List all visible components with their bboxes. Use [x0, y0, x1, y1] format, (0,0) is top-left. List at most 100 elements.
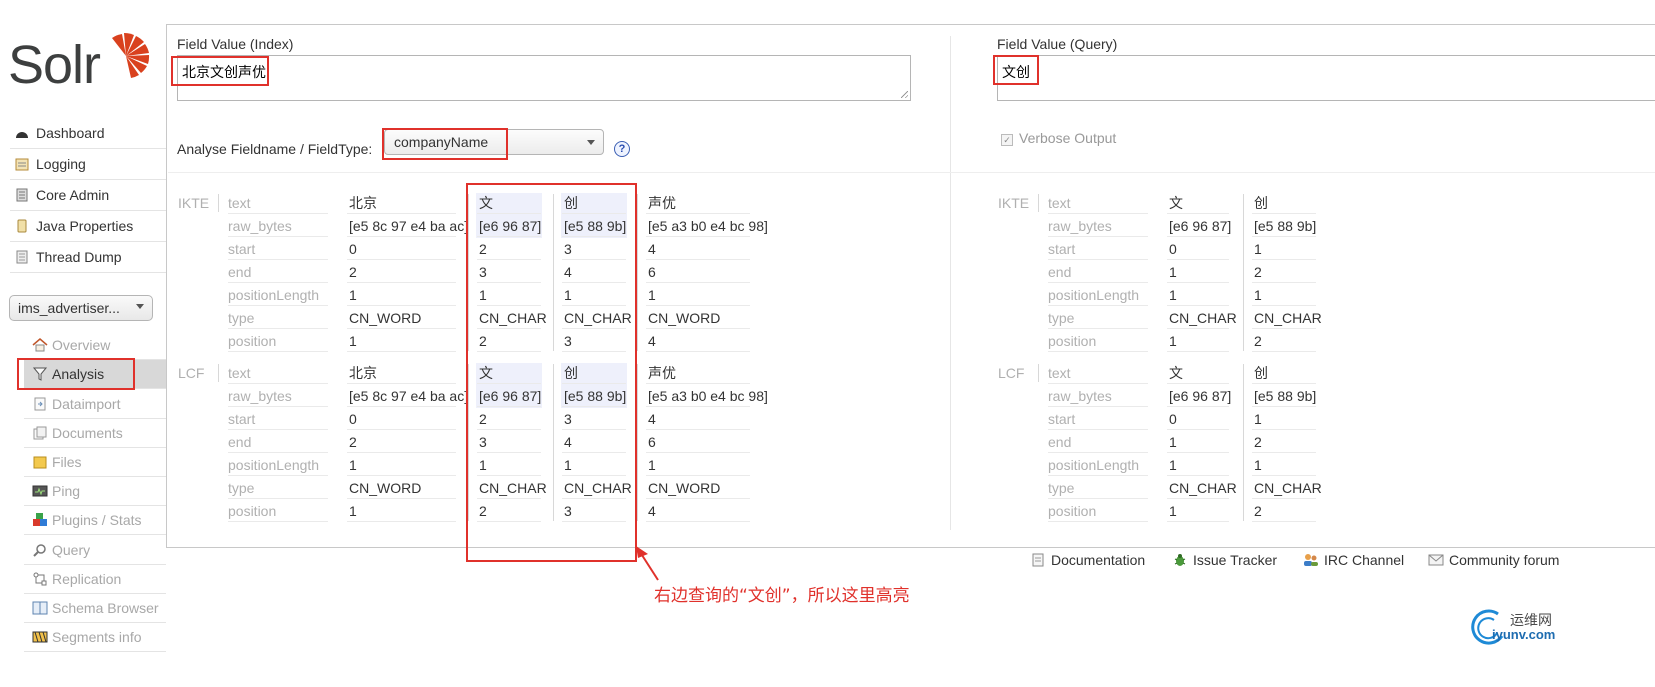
index-attr-type: type	[228, 310, 255, 326]
row-line	[228, 213, 328, 214]
index-attr-start: start	[228, 241, 256, 257]
help-icon[interactable]: ?	[614, 141, 630, 157]
row-line	[347, 406, 456, 407]
row-line	[1167, 328, 1229, 329]
index-attr-raw_bytes: raw_bytes	[228, 388, 292, 404]
sidebar-item-java-properties[interactable]: Java Properties	[10, 211, 166, 242]
query-token-type: CN_CHAR	[1254, 480, 1322, 496]
index-token-text: 北京	[349, 195, 377, 211]
query-token-text: 创	[1254, 195, 1268, 211]
row-line	[646, 475, 750, 476]
index-token-positionLength: 1	[349, 287, 357, 303]
sidebar-item-query[interactable]: Query	[24, 536, 166, 565]
sidebar-item-segments-info[interactable]: Segments info	[24, 623, 166, 652]
sidebar-item-label: Schema Browser	[52, 600, 159, 616]
query-attr-start: start	[1048, 241, 1076, 257]
index-token-end: 6	[648, 264, 656, 280]
row-line	[347, 328, 456, 329]
row-line	[1048, 351, 1148, 352]
footer-documentation-link[interactable]: Documentation	[1030, 552, 1145, 568]
row-line	[1252, 305, 1316, 306]
query-token-raw_bytes: [e5 88 9b]	[1254, 218, 1317, 234]
footer-irc-channel-link[interactable]: IRC Channel	[1303, 552, 1404, 568]
annotation-note: 右边查询的“文创”，所以这里高亮	[654, 586, 910, 606]
index-attr-position: position	[228, 333, 277, 349]
query-token-raw_bytes: [e6 96 87]	[1169, 388, 1232, 404]
row-line	[347, 351, 456, 352]
query-token-start: 0	[1169, 411, 1177, 427]
query-token-type: CN_CHAR	[1254, 310, 1322, 326]
query-token-type: CN_CHAR	[1169, 480, 1237, 496]
query-attr-end: end	[1048, 434, 1072, 450]
query-token-raw_bytes: [e5 88 9b]	[1254, 388, 1317, 404]
sidebar-item-label: Dashboard	[36, 125, 105, 141]
token-column-divider	[1243, 364, 1244, 521]
query-attr-end: end	[1048, 264, 1072, 280]
sidebar-item-core-admin[interactable]: Core Admin	[10, 180, 166, 211]
sidebar-item-replication[interactable]: Replication	[24, 565, 166, 594]
annotation-box-highlight-columns	[466, 183, 637, 562]
row-line	[1048, 406, 1148, 407]
row-line	[1252, 259, 1316, 260]
row-line	[646, 383, 750, 384]
row-line	[1167, 498, 1229, 499]
query-attr-text: text	[1048, 195, 1071, 211]
sidebar-item-dashboard[interactable]: Dashboard	[10, 118, 166, 149]
field-value-index-input[interactable]: 北京文创声优	[177, 55, 911, 101]
segments-icon	[32, 629, 48, 645]
java-icon	[14, 218, 30, 234]
query-token-positionLength: 1	[1254, 457, 1262, 473]
index-attr-positionLength: positionLength	[228, 457, 320, 473]
fieldtype-label: Analyse Fieldname / FieldType:	[177, 141, 373, 157]
sidebar-item-ping[interactable]: Ping	[24, 477, 166, 506]
footer-issue-tracker-label: Issue Tracker	[1193, 552, 1278, 568]
annotation-box-query-value	[993, 55, 1039, 85]
index-token-end: 2	[349, 264, 357, 280]
logging-icon	[14, 156, 30, 172]
folder-icon	[32, 454, 48, 470]
index-token-text: 声优	[648, 365, 676, 381]
row-line	[1167, 521, 1229, 522]
index-token-start: 4	[648, 241, 656, 257]
sidebar-item-overview[interactable]: Overview	[24, 331, 166, 360]
analysis-panel	[166, 24, 1655, 548]
resize-grip-icon[interactable]	[901, 91, 908, 98]
dashboard-icon	[14, 125, 30, 141]
verbose-output-label: Verbose Output	[1019, 130, 1117, 146]
index-attr-positionLength: positionLength	[228, 287, 320, 303]
field-value-query-input[interactable]: 文创	[997, 55, 1655, 101]
index-attr-end: end	[228, 434, 252, 450]
solr-logo-icon	[112, 32, 150, 78]
footer-issue-tracker-link[interactable]: Issue Tracker	[1172, 552, 1277, 568]
sidebar-item-files[interactable]: Files	[24, 448, 166, 477]
row-line	[1252, 213, 1316, 214]
footer-community-forum-link[interactable]: Community forum	[1428, 552, 1559, 568]
verbose-output-checkbox[interactable]: ✓	[1001, 134, 1013, 146]
index-token-position: 1	[349, 333, 357, 349]
sidebar-item-thread-dump[interactable]: Thread Dump	[10, 242, 166, 273]
query-token-position: 2	[1254, 333, 1262, 349]
row-line	[1167, 452, 1229, 453]
core-selector[interactable]: ims_advertiser...	[9, 295, 153, 321]
row-line	[1167, 213, 1229, 214]
bug-icon	[1172, 552, 1188, 568]
sidebar-item-dataimport[interactable]: Dataimport	[24, 390, 166, 419]
query-token-end: 2	[1254, 434, 1262, 450]
row-line	[1167, 406, 1229, 407]
row-line	[228, 305, 328, 306]
field-value-query-label: Field Value (Query)	[997, 36, 1118, 52]
index-token-start: 0	[349, 411, 357, 427]
watermark-domain: iyunv.com	[1492, 627, 1556, 642]
index-token-type: CN_WORD	[349, 310, 422, 326]
index-token-position: 4	[648, 333, 656, 349]
row-line	[228, 521, 328, 522]
sidebar-item-schema-browser[interactable]: Schema Browser	[24, 594, 166, 623]
row-line	[646, 305, 750, 306]
sidebar-item-plugins-stats[interactable]: Plugins / Stats	[24, 506, 166, 535]
annotation-box-index-value	[171, 56, 269, 86]
row-line	[1252, 452, 1316, 453]
sidebar-item-documents[interactable]: Documents	[24, 419, 166, 448]
token-column-divider	[637, 194, 638, 351]
sidebar-item-logging[interactable]: Logging	[10, 149, 166, 180]
row-line	[1252, 282, 1316, 283]
